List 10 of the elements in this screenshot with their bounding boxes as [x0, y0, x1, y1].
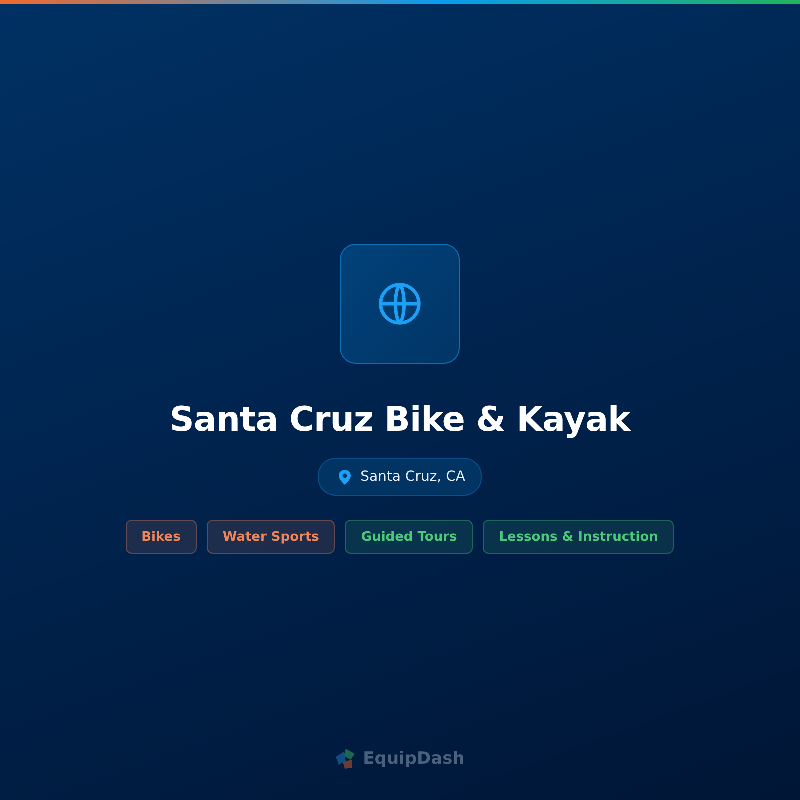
category-tag: Bikes — [126, 520, 197, 554]
category-tag: Water Sports — [206, 520, 336, 554]
brand-name: EquipDash — [363, 749, 465, 769]
category-tag: Guided Tours — [345, 520, 474, 554]
logo-icon — [335, 748, 358, 770]
pin-icon — [338, 470, 351, 484]
globe-icon — [377, 281, 423, 327]
location-text: Santa Cruz, CA — [360, 469, 466, 485]
category-tag: Lessons & Instruction — [483, 520, 674, 554]
business-title: Santa Cruz Bike & Kayak — [170, 400, 630, 440]
